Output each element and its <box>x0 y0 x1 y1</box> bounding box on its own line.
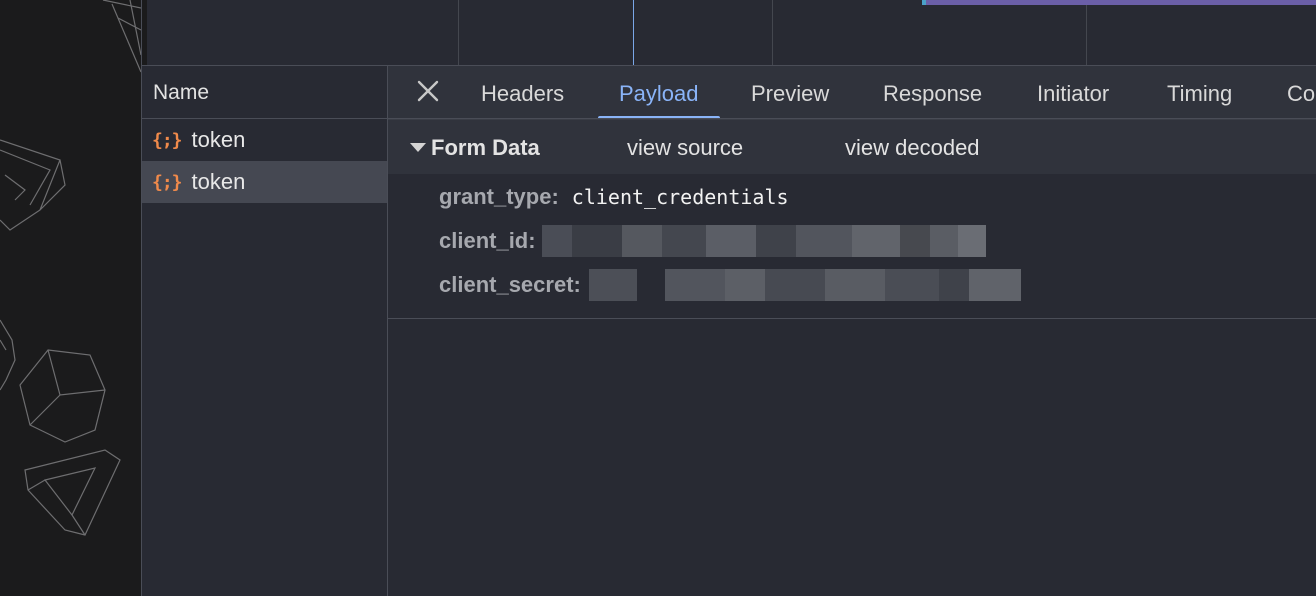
timeline-grid-line <box>1086 0 1087 65</box>
tab-initiator[interactable]: Initiator <box>1016 66 1130 118</box>
redacted-value[interactable] <box>541 225 986 257</box>
devtools-network-panel: Name {;} token {;} token Headers Payload… <box>141 0 1316 596</box>
timeline-gutter <box>142 0 147 65</box>
desktop-backdrop <box>0 0 141 596</box>
field-key: grant_type: <box>439 184 559 209</box>
form-data-section-header[interactable]: Form Data view source view decoded <box>388 119 1316 174</box>
tab-response[interactable]: Response <box>862 66 1003 118</box>
geometric-pattern-icon <box>0 0 141 536</box>
json-braces-icon: {;} <box>152 171 182 193</box>
view-decoded-link[interactable]: view decoded <box>845 120 980 175</box>
request-name: token <box>191 169 246 194</box>
network-overview-timeline[interactable] <box>142 0 1316 65</box>
request-row-token-1[interactable]: {;} token <box>142 119 387 161</box>
name-column-header[interactable]: Name <box>142 66 387 119</box>
tab-payload[interactable]: Payload <box>598 66 720 118</box>
request-list: Name {;} token {;} token <box>142 65 388 596</box>
field-key: client_id: <box>439 228 536 253</box>
form-field-client-id: client_id: <box>439 221 986 261</box>
redacted-value[interactable] <box>588 269 1021 301</box>
detail-tab-bar: Headers Payload Preview Response Initiat… <box>388 66 1316 119</box>
form-data-fields: grant_type: client_credentials client_id… <box>388 174 1316 319</box>
timeline-grid-line <box>772 0 773 65</box>
json-braces-icon: {;} <box>152 129 182 151</box>
field-key: client_secret: <box>439 272 581 297</box>
form-data-title: Form Data <box>431 135 540 160</box>
tab-timing[interactable]: Timing <box>1146 66 1253 118</box>
close-icon[interactable] <box>415 78 441 104</box>
view-source-link[interactable]: view source <box>627 120 743 175</box>
field-value[interactable]: client_credentials <box>572 185 789 209</box>
request-name: token <box>191 127 246 152</box>
tab-headers[interactable]: Headers <box>460 66 585 118</box>
timeline-waterfall-bar <box>922 0 1316 5</box>
timeline-grid-line <box>458 0 459 65</box>
screen: Name {;} token {;} token Headers Payload… <box>0 0 1316 596</box>
timeline-load-marker <box>633 0 634 65</box>
tab-cookies[interactable]: Co <box>1266 66 1316 118</box>
tab-preview[interactable]: Preview <box>730 66 850 118</box>
request-row-token-2[interactable]: {;} token <box>142 161 387 203</box>
request-detail-pane: Headers Payload Preview Response Initiat… <box>388 65 1316 596</box>
form-field-grant-type: grant_type: client_credentials <box>439 177 789 217</box>
form-field-client-secret: client_secret: <box>439 265 1021 305</box>
caret-down-icon[interactable] <box>410 143 426 152</box>
